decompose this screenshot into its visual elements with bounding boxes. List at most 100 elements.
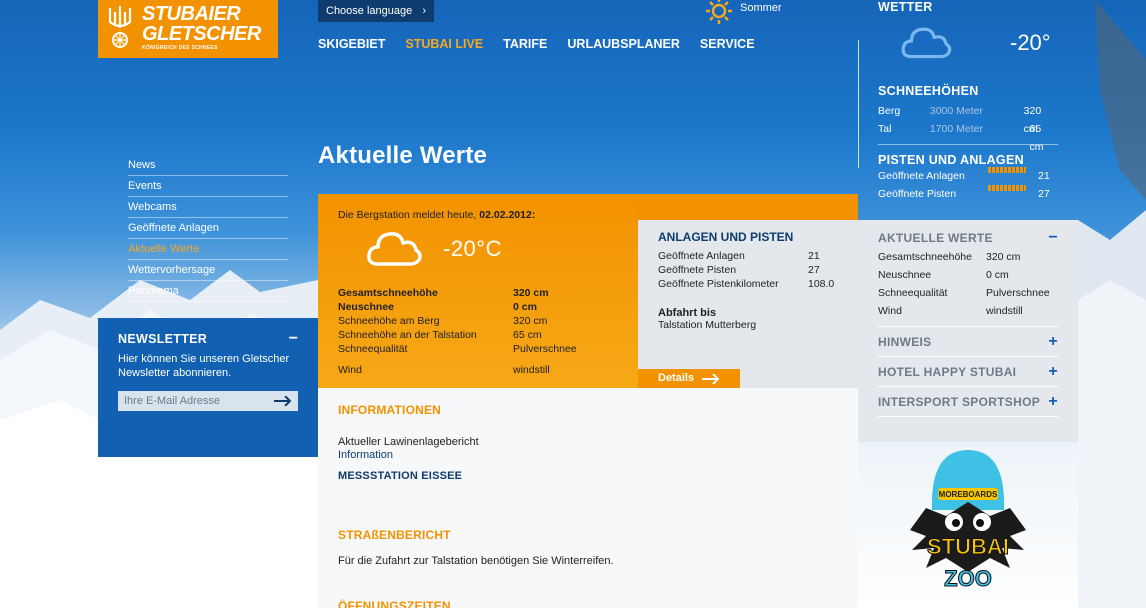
sidebar-item-news[interactable]: News <box>128 155 288 176</box>
row-label: Geöffnete Anlagen <box>878 170 965 182</box>
table-row: Geöffnete Anlagen 21 <box>658 249 838 263</box>
plus-icon[interactable]: + <box>1048 327 1058 356</box>
row-value: windstill <box>986 305 1023 317</box>
stubai-zoo-mascot[interactable]: MOREBOARDS STUBAI ZOO <box>906 450 1030 600</box>
email-input[interactable]: Ihre E-Mail Adresse <box>118 391 298 411</box>
row-label: Gesamtschneehöhe <box>878 251 972 263</box>
table-row: Schneequalität Pulverschnee <box>338 342 618 356</box>
row-label: Geöffnete Pisten <box>878 188 957 200</box>
row-value: 27 <box>1038 188 1050 200</box>
information-link[interactable]: Information <box>338 449 838 461</box>
row-value: 0 cm <box>513 301 537 313</box>
row-label: Tal <box>878 123 892 135</box>
anlagen-panel: ANLAGEN UND PISTEN Geöffnete Anlagen 21 G… <box>638 220 858 388</box>
arrow-right-icon[interactable] <box>274 396 292 406</box>
right-panel: AKTUELLE WERTE − Gesamtschneehöhe 320 cm … <box>858 220 1078 442</box>
collapse-icon[interactable]: − <box>289 330 298 348</box>
sidebar-menu: News Events Webcams Geöffnete Anlagen Ak… <box>128 155 288 302</box>
wetter-temperature: -20° <box>1010 30 1051 55</box>
nav-stubai-live[interactable]: STUBAI LIVE <box>405 37 483 51</box>
details-button[interactable]: Details <box>638 369 740 388</box>
snow-report-panel: Die Bergstation meldet heute, 02.02.2012… <box>318 194 638 388</box>
row-value: Pulverschnee <box>986 287 1050 299</box>
report-intro-text: Die Bergstation meldet heute, <box>338 209 477 221</box>
table-row: Schneehöhe am Berg 320 cm <box>338 314 618 328</box>
open-lifts-bar <box>988 167 1026 173</box>
anlagen-title: ANLAGEN UND PISTEN <box>658 230 794 244</box>
row-label: Geöffnete Pisten <box>658 264 737 276</box>
plus-icon[interactable]: + <box>1048 357 1058 386</box>
sidebar-item-events[interactable]: Events <box>128 176 288 197</box>
mascot-word2: ZOO <box>944 566 992 591</box>
table-row: Geöffnete Pisten 27 <box>878 185 1058 203</box>
table-row: Schneequalität Pulverschnee <box>878 284 1058 302</box>
language-selector[interactable]: Choose language › <box>318 0 434 22</box>
newsletter-title: NEWSLETTER <box>118 332 208 346</box>
row-value: 320 cm <box>1023 105 1042 135</box>
language-label: Choose language <box>326 5 413 17</box>
arrow-right-icon <box>702 374 720 384</box>
abfahrt-title: Abfahrt bis <box>658 307 717 319</box>
row-label: Neuschnee <box>338 301 395 313</box>
section-title: INTERSPORT SPORTSHOP <box>878 395 1041 409</box>
table-row: Tal 1700 Meter 65 cm <box>878 120 1058 153</box>
table-row: Neuschnee 0 cm <box>878 266 1058 284</box>
sidebar-item-aktuelle-werte[interactable]: Aktuelle Werte <box>128 239 288 260</box>
row-alt: 1700 Meter <box>929 123 983 135</box>
logo-line1: STUBAIER <box>142 3 241 25</box>
collapse-icon[interactable]: − <box>1048 230 1058 256</box>
row-value: 320 cm <box>513 315 548 327</box>
aktuelle-werte-list: Gesamtschneehöhe 320 cm Neuschnee 0 cm Sch… <box>878 248 1058 327</box>
cloud-icon <box>367 232 422 266</box>
trident-icon <box>108 6 132 48</box>
table-row: Schneehöhe an der Talstation 65 cm <box>338 328 618 342</box>
informationen-title: INFORMATIONEN <box>338 403 442 417</box>
sidebar-item-wettervorhersage[interactable]: Wettervorhersage <box>128 260 288 281</box>
nav-tarife[interactable]: TARIFE <box>503 37 547 51</box>
row-alt: 3000 Meter <box>929 105 983 117</box>
row-label: Schneequalität <box>878 287 948 299</box>
table-row: Neuschnee 0 cm <box>338 300 618 314</box>
email-placeholder: Ihre E-Mail Adresse <box>124 395 220 407</box>
sportshop-section[interactable]: INTERSPORT SPORTSHOP + <box>878 387 1058 417</box>
wetter-title: WETTER <box>878 0 933 14</box>
report-table: Gesamtschneehöhe 320 cm Neuschnee 0 cm Sch… <box>338 286 618 377</box>
accent-strip <box>638 194 858 220</box>
table-row: Gesamtschneehöhe 320 cm <box>338 286 618 300</box>
row-value: 108.0 <box>808 278 835 290</box>
row-value: 65 cm <box>1029 123 1044 153</box>
table-row: Geöffnete Pisten 27 <box>658 263 838 277</box>
sidebar-item-geoeffnete-anlagen[interactable]: Geöffnete Anlagen <box>128 218 288 239</box>
hinweis-section[interactable]: HINWEIS + <box>878 327 1058 357</box>
report-intro: Die Bergstation meldet heute, 02.02.2012… <box>338 209 618 221</box>
logo-line2: GLETSCHER <box>142 23 261 45</box>
chevron-right-icon: › <box>422 5 426 17</box>
hotel-section[interactable]: HOTEL HAPPY STUBAI + <box>878 357 1058 387</box>
sidebar-item-panorama[interactable]: Panorama <box>128 281 288 302</box>
sun-icon[interactable] <box>706 0 732 24</box>
section-title: HINWEIS <box>878 335 932 349</box>
main-nav: SKIGEBIET STUBAI LIVE TARIFE URLAUBSPLAN… <box>318 37 775 51</box>
messstation-link[interactable]: MESSSTATION EISSEE <box>338 470 838 482</box>
nav-urlaubsplaner[interactable]: URLAUBSPLANER <box>567 37 680 51</box>
oeffnungszeiten-title: ÖFFNUNGSZEITEN <box>338 599 451 608</box>
row-label: Wind <box>878 305 902 317</box>
table-row: Geöffnete Pistenkilometer 108.0 <box>658 277 838 291</box>
season-link[interactable]: Sommer <box>740 2 782 14</box>
plus-icon[interactable]: + <box>1048 387 1058 416</box>
newsletter-box: NEWSLETTER − Hier können Sie unseren Gle… <box>98 318 318 457</box>
snow-heights: SCHNEEHÖHEN Berg 3000 Meter 320 cm Tal 1… <box>878 84 1058 203</box>
nav-skigebiet[interactable]: SKIGEBIET <box>318 37 385 51</box>
sidebar-item-webcams[interactable]: Webcams <box>128 197 288 218</box>
table-row: Geöffnete Anlagen 21 <box>878 167 1058 185</box>
cloud-icon <box>901 27 952 59</box>
strassenbericht-title: STRAßENBERICHT <box>338 528 451 542</box>
schneehoehen-title: SCHNEEHÖHEN <box>878 84 979 98</box>
nav-service[interactable]: SERVICE <box>700 37 755 51</box>
row-label: Geöffnete Anlagen <box>658 250 745 262</box>
row-label: Berg <box>878 105 901 117</box>
stubaier-gletscher-logo[interactable]: STUBAIER GLETSCHER KÖNIGREICH DES SCHNEE… <box>98 0 278 58</box>
row-value: 27 <box>808 264 820 276</box>
row-label: Wind <box>338 364 362 376</box>
lawinen-text: Aktueller Lawinenlagebericht <box>338 436 479 448</box>
